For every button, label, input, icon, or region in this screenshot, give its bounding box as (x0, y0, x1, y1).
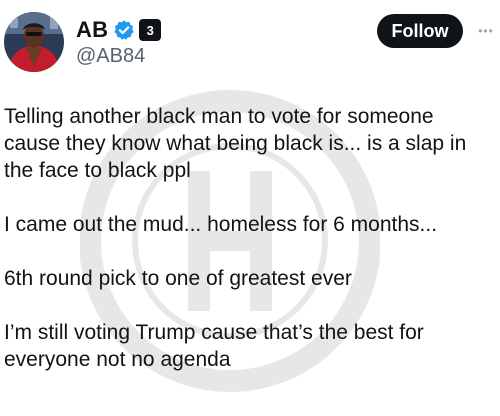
display-name[interactable]: AB (76, 17, 108, 43)
post-header: AB 3 @AB84 Follow ••• (0, 0, 500, 80)
verified-badge-icon (113, 19, 135, 41)
affiliate-badge-icon: 3 (139, 19, 162, 41)
post-paragraph: I’m still voting Trump cause that’s the … (4, 321, 424, 371)
follow-button[interactable]: Follow (377, 14, 463, 48)
user-handle[interactable]: @AB84 (76, 45, 145, 68)
post-paragraph: Telling another black man to vote for so… (4, 105, 467, 182)
post-card: AB 3 @AB84 Follow ••• Telling another bl… (0, 0, 500, 416)
post-paragraph: 6th round pick to one of greatest ever (4, 267, 352, 290)
name-row: AB 3 (76, 17, 162, 43)
post-text: Telling another black man to vote for so… (4, 103, 494, 373)
more-options-icon[interactable]: ••• (473, 18, 499, 44)
post-paragraph: I came out the mud... homeless for 6 mon… (4, 213, 438, 236)
avatar[interactable] (4, 12, 64, 72)
